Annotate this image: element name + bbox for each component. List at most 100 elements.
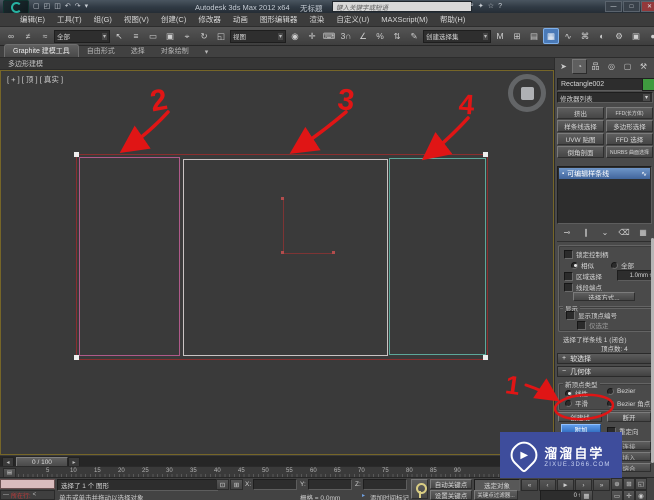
viewport-top[interactable]: [ + ] [ 顶 ] [ 真实 ] bbox=[0, 70, 554, 455]
key-filters-button[interactable]: 关键点过滤器... bbox=[474, 490, 518, 500]
menu-帮助(H)[interactable]: 帮助(H) bbox=[434, 14, 471, 25]
modifier-button-UVW 贴图[interactable]: UVW 贴图 bbox=[557, 133, 604, 145]
bezier-radio[interactable]: Bezier bbox=[607, 388, 635, 395]
l-spline-vertex[interactable] bbox=[281, 251, 284, 254]
close-button[interactable]: ✕ bbox=[641, 1, 654, 12]
go-to-start-icon[interactable]: « bbox=[521, 479, 538, 491]
macro-recorder-field[interactable] bbox=[0, 479, 55, 489]
menu-工具(T)[interactable]: 工具(T) bbox=[51, 14, 88, 25]
l-spline-horizontal-segment[interactable] bbox=[283, 253, 334, 254]
remove-modifier-icon[interactable]: ⌫ bbox=[618, 227, 630, 238]
spline-vertex[interactable] bbox=[483, 355, 488, 360]
l-spline-vertex[interactable] bbox=[332, 251, 335, 254]
alike-radio[interactable]: 相似 bbox=[571, 260, 594, 270]
qat-dropdown-icon[interactable]: ▾ bbox=[85, 2, 89, 10]
z-coordinate-field[interactable] bbox=[363, 479, 407, 490]
modifier-button-倒角剖面[interactable]: 倒角剖面 bbox=[557, 146, 604, 158]
modifier-stack[interactable]: ▪ 可编辑样条线 ∿ bbox=[557, 166, 652, 224]
set-key-big-button[interactable] bbox=[411, 479, 428, 499]
modifier-button-FFD 选择[interactable]: FFD 选择 bbox=[606, 133, 653, 145]
configure-modifier-sets-icon[interactable]: ▦ bbox=[637, 227, 649, 238]
rectangle-right[interactable] bbox=[389, 158, 486, 355]
selection-filter-dropdown[interactable]: 全部 ▾ bbox=[54, 29, 110, 43]
select-and-move-icon[interactable]: ⌖ bbox=[179, 28, 195, 44]
pan-icon[interactable]: ✛ bbox=[623, 490, 635, 500]
pin-stack-icon[interactable]: ⊸ bbox=[561, 227, 573, 238]
show-end-result-icon[interactable]: ∥ bbox=[580, 227, 592, 238]
modifier-list-dropdown[interactable]: 修改器列表 ▾ bbox=[557, 92, 653, 103]
area-threshold-spinner[interactable]: 1.0mm ⇅ bbox=[617, 270, 654, 281]
menu-MAXScript(M)[interactable]: MAXScript(M) bbox=[375, 15, 434, 24]
linear-radio[interactable]: 线性 bbox=[565, 388, 588, 398]
selection-lock-icon[interactable]: ⊡ bbox=[216, 479, 229, 490]
ribbon-tab-2[interactable]: 选择 bbox=[123, 45, 153, 57]
mirror-icon[interactable]: M bbox=[492, 28, 508, 44]
rectangle-left[interactable] bbox=[79, 157, 180, 356]
modifier-button-样条线选择[interactable]: 样条线选择 bbox=[557, 120, 604, 132]
y-coordinate-field[interactable] bbox=[308, 479, 352, 490]
rectangle-middle[interactable] bbox=[183, 159, 388, 356]
go-to-end-icon[interactable]: » bbox=[593, 479, 610, 491]
keyboard-override-icon[interactable]: ⌨ bbox=[321, 28, 337, 44]
menu-视图(V)[interactable]: 视图(V) bbox=[118, 14, 155, 25]
select-and-scale-icon[interactable]: ◱ bbox=[213, 28, 229, 44]
material-editor-icon[interactable]: ◐ bbox=[594, 28, 610, 44]
viewcube[interactable] bbox=[508, 74, 546, 112]
geometry-rollout[interactable]: − 几何体 bbox=[557, 366, 653, 377]
edit-named-sets-icon[interactable]: ✎ bbox=[406, 28, 422, 44]
break-button[interactable]: 断开 bbox=[607, 412, 651, 422]
reference-coordinate-dropdown[interactable]: 视图 ▾ bbox=[230, 29, 286, 43]
snaps-toggle-icon[interactable]: 3∩ bbox=[338, 28, 354, 44]
angle-snap-icon[interactable]: ∠ bbox=[355, 28, 371, 44]
menu-组(G)[interactable]: 组(G) bbox=[88, 14, 118, 25]
ribbon-tab-1[interactable]: 自由形式 bbox=[79, 45, 123, 57]
area-selection-checkbox[interactable]: 区域选择 bbox=[564, 271, 602, 281]
select-and-rotate-icon[interactable]: ↻ bbox=[196, 28, 212, 44]
set-key-button[interactable]: 设置关键点 bbox=[430, 490, 472, 500]
utilities-tab-icon[interactable]: ⚒ bbox=[636, 59, 651, 74]
l-spline-vertex[interactable] bbox=[281, 197, 284, 200]
maximize-button[interactable]: □ bbox=[623, 1, 640, 12]
selected-only-checkbox[interactable]: 仅选定 bbox=[577, 320, 609, 330]
segment-end-checkbox[interactable]: 线段端点 bbox=[564, 282, 602, 292]
infocenter-search-input[interactable]: 键入关键字或短语 bbox=[332, 1, 472, 12]
show-vertex-numbers-checkbox[interactable]: 显示顶点编号 bbox=[566, 310, 617, 320]
ribbon-tab-3[interactable]: 对象绘制 bbox=[153, 45, 197, 57]
hierarchy-tab-icon[interactable]: 品 bbox=[588, 59, 603, 74]
curve-editor-icon[interactable]: ∿ bbox=[560, 28, 576, 44]
undo-icon[interactable]: ↶ bbox=[65, 2, 71, 10]
object-color-swatch[interactable] bbox=[642, 78, 654, 91]
maxscript-mini-listener[interactable]: — 所在行: < bbox=[0, 490, 55, 500]
unlink-selection-icon[interactable]: ≠ bbox=[20, 28, 36, 44]
modifier-button-FFD(长方体)[interactable]: FFD(长方体) bbox=[606, 107, 653, 119]
minimize-button[interactable]: — bbox=[605, 1, 622, 12]
spline-vertex[interactable] bbox=[483, 152, 488, 157]
absolute-offset-icon[interactable]: ⊞ bbox=[230, 479, 243, 490]
zoom-region-icon[interactable]: ▭ bbox=[611, 490, 623, 500]
select-by-button[interactable]: 选择方式... bbox=[573, 292, 635, 301]
ribbon-dropdown-icon[interactable]: ▾ bbox=[197, 47, 217, 57]
x-coordinate-field[interactable] bbox=[253, 479, 297, 490]
object-name-field[interactable]: Rectangle002 bbox=[557, 78, 643, 91]
select-and-link-icon[interactable]: ∞ bbox=[3, 28, 19, 44]
ribbon-tab-0[interactable]: Graphite 建模工具 bbox=[4, 44, 79, 57]
select-and-manipulate-icon[interactable]: ✛ bbox=[304, 28, 320, 44]
select-object-icon[interactable]: ↖ bbox=[111, 28, 127, 44]
zoom-extents-icon[interactable]: ◱ bbox=[635, 478, 647, 490]
smooth-radio[interactable]: 平滑 bbox=[565, 398, 588, 408]
make-unique-icon[interactable]: ⌄ bbox=[599, 227, 611, 238]
menu-动画[interactable]: 动画 bbox=[227, 14, 254, 25]
save-file-icon[interactable]: ◫ bbox=[54, 2, 61, 10]
open-file-icon[interactable]: ◰ bbox=[44, 2, 51, 10]
stack-item-editable-spline[interactable]: ▪ 可编辑样条线 ∿ bbox=[559, 168, 650, 179]
l-spline-vertical-segment[interactable] bbox=[283, 199, 284, 253]
auto-key-button[interactable]: 自动关键点 bbox=[430, 479, 472, 489]
create-line-button[interactable]: 创建线 bbox=[558, 412, 602, 422]
viewport-label[interactable]: [ + ] [ 顶 ] [ 真实 ] bbox=[7, 74, 63, 85]
new-scene-icon[interactable]: ▢ bbox=[33, 2, 40, 10]
lock-handles-checkbox[interactable]: 锁定控制柄 bbox=[564, 249, 609, 259]
menu-自定义(U)[interactable]: 自定义(U) bbox=[330, 14, 375, 25]
menu-渲染[interactable]: 渲染 bbox=[303, 14, 330, 25]
polygon-modeling-tab[interactable]: 多边形建模 bbox=[8, 59, 43, 69]
render-setup-icon[interactable]: ⚙ bbox=[611, 28, 627, 44]
